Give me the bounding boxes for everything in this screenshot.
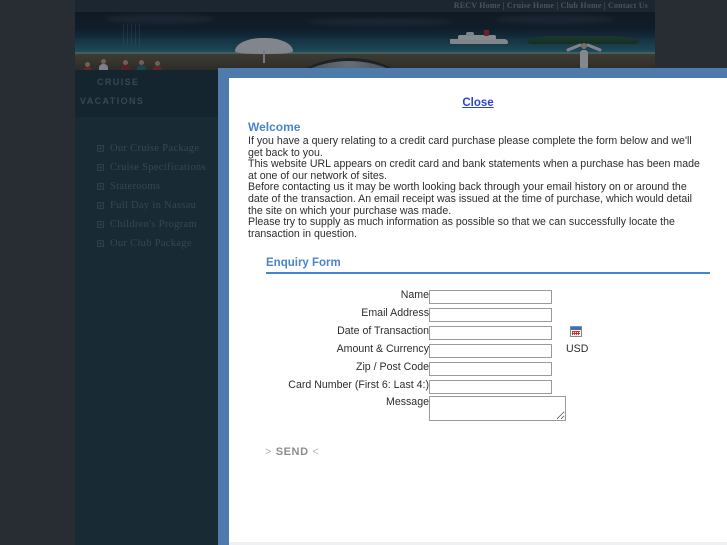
- cell-name-input: [429, 286, 566, 304]
- form-row-card-number: Card Number (First 6: Last 4:): [229, 376, 588, 394]
- bullet-icon: [97, 240, 104, 247]
- intro-paragraph: Before contacting us it may be worth loo…: [248, 181, 693, 217]
- label-message: Message: [386, 396, 429, 409]
- form-row-email: Email Address: [229, 304, 588, 322]
- sidebar-item-label: Staterooms: [110, 181, 161, 192]
- banner-stripes: [123, 24, 141, 46]
- enquiry-form: Name Email Address Date of Transaction A…: [229, 286, 588, 426]
- calendar-icon[interactable]: [570, 326, 582, 338]
- label-date-of-transaction: Date of Transaction: [337, 325, 429, 338]
- cloud-shape: [105, 14, 215, 24]
- welcome-heading: Welcome: [248, 120, 301, 134]
- bullet-icon: [97, 221, 104, 228]
- name-input[interactable]: [429, 289, 552, 304]
- sidebar-item-staterooms[interactable]: Staterooms: [75, 177, 218, 196]
- close-row: Close: [229, 78, 727, 111]
- beach-people: [75, 52, 205, 70]
- send-button[interactable]: > SEND <: [265, 446, 319, 458]
- intro-paragraph: This website URL appears on credit card …: [248, 158, 700, 182]
- email-address-input[interactable]: [429, 307, 552, 322]
- sidebar-item-our-club-package[interactable]: Our Club Package: [75, 234, 218, 253]
- intro-text: If you have a query relating to a credit…: [248, 135, 709, 240]
- intro-paragraph: Please try to supply as much information…: [248, 216, 675, 240]
- message-textarea[interactable]: [429, 396, 566, 422]
- amount-currency-input[interactable]: [429, 343, 552, 358]
- sidebar-item-full-day-in-nassau[interactable]: Full Day in Nassau: [75, 196, 218, 215]
- form-heading-rule: [266, 272, 710, 275]
- sidebar-item-label: Our Club Package: [110, 238, 192, 249]
- cell-zip-input: [429, 358, 566, 376]
- send-button-label: SEND: [275, 446, 309, 459]
- bullet-icon: [97, 183, 104, 190]
- sidebar-item-our-cruise-package[interactable]: Our Cruise Package: [75, 139, 218, 158]
- send-row: > SEND <: [265, 442, 727, 460]
- sidebar-item-label: Full Day in Nassau: [110, 200, 197, 211]
- bullet-icon: [97, 145, 104, 152]
- sidebar-nav-list: Our Cruise Package Cruise Specifications…: [75, 139, 218, 253]
- cloud-shape: [305, 18, 455, 26]
- chevron-left-icon: <: [312, 446, 320, 459]
- bullet-icon: [97, 202, 104, 209]
- cell-card-number-input: [429, 376, 566, 394]
- cell-message-textarea: [429, 394, 566, 426]
- label-amount-currency: Amount & Currency: [336, 343, 429, 356]
- cell-email-input: [429, 304, 566, 322]
- currency-suffix: USD: [566, 343, 589, 356]
- chevron-right-icon: >: [265, 446, 273, 459]
- sidebar-item-label: Children's Program: [110, 219, 197, 230]
- sidebar-item-childrens-program[interactable]: Children's Program: [75, 215, 218, 234]
- date-of-transaction-input[interactable]: [429, 325, 552, 340]
- form-heading: Enquiry Form: [266, 257, 341, 270]
- sidebar-item-cruise-specifications[interactable]: Cruise Specifications: [75, 158, 218, 177]
- site-brand: CRUISE VACATIONS: [75, 70, 218, 117]
- zip-post-code-input[interactable]: [429, 361, 552, 376]
- header-banner-image: [75, 12, 655, 70]
- sidebar-item-label: Our Cruise Package: [110, 143, 200, 154]
- enquiry-modal: Close Welcome If you have a query relati…: [218, 68, 727, 545]
- label-card-number: Card Number (First 6: Last 4:): [288, 379, 429, 392]
- beach-umbrella: [235, 38, 293, 63]
- form-row-zip: Zip / Post Code: [229, 358, 588, 376]
- sidebar: CRUISE VACATIONS Our Cruise Package Crui…: [75, 70, 218, 545]
- brand-line-2: VACATIONS: [80, 96, 145, 106]
- cell-amount-input: [429, 340, 566, 358]
- close-link[interactable]: Close: [462, 97, 493, 109]
- form-row-amount: Amount & Currency USD: [229, 340, 588, 358]
- brand-line-1: CRUISE: [97, 77, 140, 87]
- sidebar-item-label: Cruise Specifications: [110, 162, 206, 173]
- cruise-ship-icon: [450, 30, 508, 44]
- label-name: Name: [400, 289, 429, 302]
- top-utility-nav: RECV Home | Cruise Home | Club Home | Co…: [75, 0, 655, 12]
- person-arms-raised: [566, 42, 602, 68]
- label-email-address: Email Address: [361, 307, 429, 320]
- form-row-date: Date of Transaction: [229, 322, 588, 340]
- screen: RECV Home | Cruise Home | Club Home | Co…: [0, 0, 727, 545]
- form-row-message: Message: [229, 394, 588, 426]
- modal-content: Close Welcome If you have a query relati…: [229, 78, 727, 545]
- form-row-name: Name: [229, 286, 588, 304]
- top-nav-links[interactable]: RECV Home | Cruise Home | Club Home | Co…: [454, 1, 648, 10]
- card-number-input[interactable]: [429, 379, 552, 394]
- cell-date-input: [429, 322, 566, 340]
- label-zip-post-code: Zip / Post Code: [355, 361, 429, 374]
- bullet-icon: [97, 164, 104, 171]
- intro-paragraph: If you have a query relating to a credit…: [248, 135, 692, 159]
- cloud-shape: [495, 15, 615, 24]
